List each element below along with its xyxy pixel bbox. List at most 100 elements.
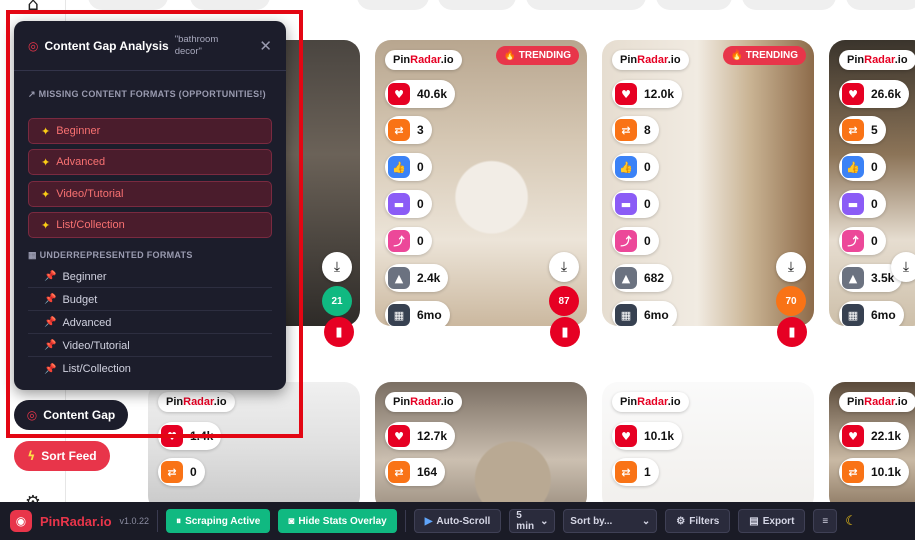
score-badge: 70 [776, 286, 806, 316]
moon-icon[interactable]: ☾ [845, 514, 857, 529]
stat-value: 0 [644, 197, 651, 211]
missing-format-item[interactable]: ✦ Video/Tutorial [28, 181, 272, 207]
pinradar-label: PinRadar.io [158, 392, 235, 412]
pinradar-label: PinRadar.io [839, 50, 915, 70]
scraping-active-button[interactable]: ⏸ Scraping Active [166, 509, 271, 533]
save-icon[interactable]: ▮ [550, 317, 580, 347]
hide-stats-button[interactable]: ◙ Hide Stats Overlay [278, 509, 397, 533]
export-button[interactable]: ▤ Export [738, 509, 806, 533]
sparkle-icon: ✦ [41, 156, 51, 169]
stat-pill: ♥ 12.7k [385, 422, 456, 450]
sort-select[interactable]: Sort by... ⌄ [563, 509, 658, 533]
engagement-icon: ▲ [388, 267, 410, 289]
stat-pill: ⤴ 0 [839, 227, 886, 255]
download-icon[interactable]: ⤓ [322, 252, 352, 282]
repin-icon: ⇄ [388, 461, 410, 483]
sparkle-icon: ✦ [41, 188, 51, 201]
download-icon[interactable]: ⤓ [891, 252, 915, 282]
stat-value: 0 [644, 234, 651, 248]
stat-value: 0 [190, 465, 197, 479]
download-icon[interactable]: ⤓ [776, 252, 806, 282]
top-chip[interactable] [742, 0, 836, 10]
save-icon[interactable]: ▮ [324, 317, 354, 347]
calendar-icon: ▦ [388, 304, 410, 326]
home-icon[interactable]: ⌂ [22, 0, 44, 16]
stat-pill: ♥ 10.1k [612, 422, 683, 450]
pin-card[interactable]: PinRadar.io ♥ 22.1k ⇄ 10.1k [829, 382, 915, 512]
pin-card[interactable]: PinRadar.io 🔥 TRENDING ♥ 12.0k ⇄ 8 👍 0 ▬ 0 ⤴ 0 ▲ 68… [602, 40, 814, 326]
repin-icon: ⇄ [388, 119, 410, 141]
underrepresented-item[interactable]: 📌 Video/Tutorial [28, 335, 272, 357]
missing-format-item[interactable]: ✦ Advanced [28, 149, 272, 175]
stat-pill: ⇄ 3 [385, 116, 432, 144]
top-chip[interactable] [656, 0, 732, 10]
pin-card[interactable]: PinRadar.io ♥ 10.1k ⇄ 1 [602, 382, 814, 512]
comment-icon: ▬ [388, 193, 410, 215]
download-icon[interactable]: ⤓ [549, 252, 579, 282]
stat-pill: ♥ 40.6k [385, 80, 456, 108]
pin-card[interactable]: PinRadar.io 🔥 TRENDING ♥ 40.6k ⇄ 3 👍 0 ▬ 0 ⤴ 0 ▲ 2.… [375, 40, 587, 326]
stat-value: 40.6k [417, 87, 448, 101]
missing-format-item[interactable]: ✦ List/Collection [28, 212, 272, 238]
menu-button[interactable]: ≡ [813, 509, 838, 533]
stat-pill: ▦ 6mo [385, 301, 450, 326]
underrepresented-item[interactable]: 📌 Advanced [28, 312, 272, 334]
underrepresented-item[interactable]: 📌 Beginner [28, 266, 272, 288]
play-icon: ▶ [424, 515, 433, 527]
stat-pill: ⇄ 10.1k [839, 458, 910, 486]
pinradar-label: PinRadar.io [839, 392, 915, 412]
missing-format-item[interactable]: ✦ Beginner [28, 118, 272, 144]
sort-feed-button[interactable]: ϟ Sort Feed [14, 441, 110, 471]
top-chip[interactable] [88, 0, 168, 10]
content-gap-button[interactable]: ◎ Content Gap [14, 400, 128, 430]
stat-pill: ♥ 22.1k [839, 422, 910, 450]
stat-pill: ♥ 1.4k [158, 422, 222, 450]
trending-badge: 🔥 TRENDING [722, 46, 806, 65]
top-chip[interactable] [526, 0, 646, 10]
auto-scroll-button[interactable]: ▶ Auto-Scroll [413, 509, 502, 533]
pinradar-label: PinRadar.io [385, 392, 462, 412]
panel-header: ◎ Content Gap Analysis "bathroom decor" … [14, 21, 286, 71]
repin-icon: ⇄ [615, 461, 637, 483]
stat-pill: ⤴ 0 [385, 227, 432, 255]
chart-icon: ▤ [749, 515, 759, 527]
interval-select[interactable]: 5 min ⌄ [509, 509, 556, 533]
stat-pill: ▦ 6mo [612, 301, 677, 326]
like-icon: ♥ [388, 83, 410, 105]
close-icon[interactable]: ✕ [259, 37, 272, 55]
top-chip[interactable] [190, 0, 270, 10]
pin-card[interactable]: PinRadar.io ♥ 26.6k ⇄ 5 👍 0 ▬ 0 ⤴ 0 ▲ 3.5k ▦ 6mo ⤓ [829, 40, 915, 326]
pin-icon: 📌 [44, 363, 57, 375]
stat-pill: ⇄ 5 [839, 116, 886, 144]
calendar-icon: ▦ [615, 304, 637, 326]
stat-value: 10.1k [871, 465, 902, 479]
stat-value: 10.1k [644, 429, 675, 443]
filters-button[interactable]: ⚙ Filters [665, 509, 731, 533]
top-chip[interactable] [357, 0, 429, 10]
stat-value: 3 [417, 123, 424, 137]
thumbs-up-icon: 👍 [388, 156, 410, 178]
pin-card[interactable]: PinRadar.io ♥ 12.7k ⇄ 164 [375, 382, 587, 512]
sparkle-icon: ✦ [41, 125, 51, 138]
stat-value: 0 [871, 197, 878, 211]
stat-value: 8 [644, 123, 651, 137]
repin-icon: ⇄ [615, 119, 637, 141]
underrepresented-item[interactable]: 📌 Budget [28, 289, 272, 311]
divider [157, 510, 159, 532]
pin-icon: 📌 [44, 294, 57, 305]
trending-badge: 🔥 TRENDING [495, 46, 579, 65]
pin-icon: 📌 [44, 317, 57, 328]
like-icon: ♥ [842, 425, 864, 447]
underrepresented-item[interactable]: 📌 List/Collection [28, 358, 272, 380]
top-chip[interactable] [438, 0, 516, 10]
chevron-down-icon: ⌄ [540, 515, 549, 527]
save-icon[interactable]: ▮ [777, 317, 807, 347]
content-gap-panel: ◎ Content Gap Analysis "bathroom decor" … [14, 21, 286, 390]
top-chip[interactable] [846, 0, 915, 10]
like-icon: ♥ [842, 83, 864, 105]
pause-icon: ⏸ [176, 515, 182, 527]
pinradar-label: PinRadar.io [385, 50, 462, 70]
stat-pill: ▦ 6mo [839, 301, 904, 326]
share-icon: ⤴ [615, 230, 637, 252]
pin-card[interactable]: PinRadar.io ♥ 1.4k ⇄ 0 [148, 382, 360, 512]
